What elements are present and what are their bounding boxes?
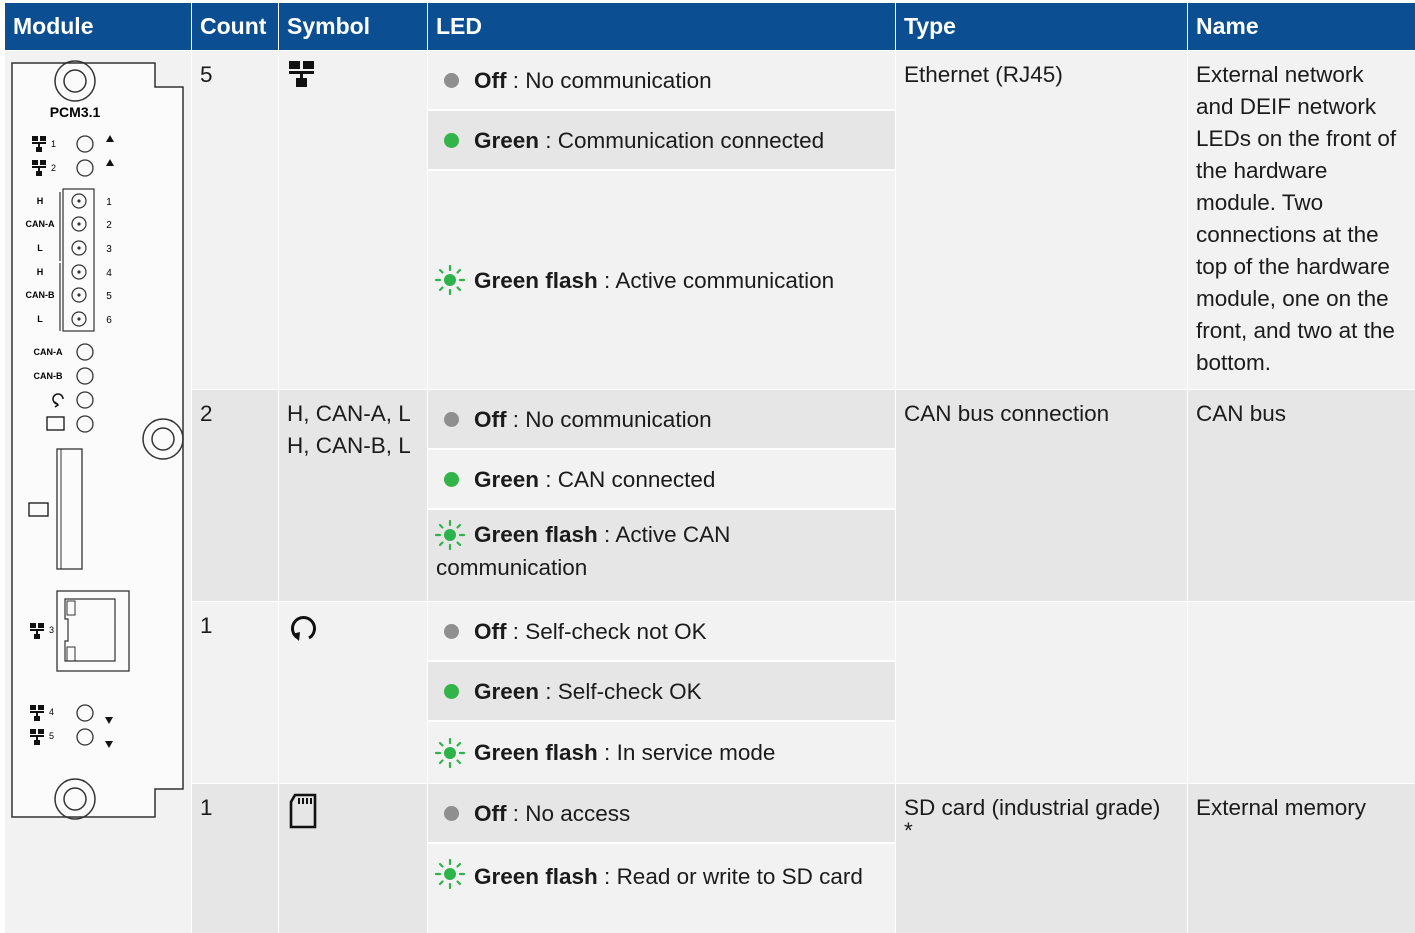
pin-label-4: H: [37, 267, 44, 277]
led-can-b-label: CAN-B: [34, 371, 63, 381]
led-can-a-label: CAN-A: [34, 347, 63, 357]
led-row: Green flash : Active CAN communication: [428, 510, 895, 601]
grey-led-dot: [444, 623, 459, 639]
green-flash-icon: [434, 264, 466, 296]
sd-card-type: SD card (industrial grade): [904, 795, 1161, 820]
green-led-dot: [444, 132, 459, 148]
pin-label-1: H: [37, 196, 44, 206]
pin-number-3: 3: [106, 244, 112, 255]
row2-led-list: Off : No communication Green : CAN conne…: [428, 390, 895, 601]
can-a-pins: H, CAN-A, L: [287, 401, 411, 426]
row3-count: 1: [192, 602, 278, 783]
row2-type: CAN bus connection: [896, 390, 1187, 601]
net-2-label: 2: [51, 163, 56, 173]
led-row: Green flash : Read or write to SD card: [428, 844, 895, 933]
row4-count: 1: [192, 784, 278, 933]
net-1-label: 1: [51, 139, 56, 149]
led-row: Off : No communication: [428, 390, 895, 448]
pcm-module-drawing: PCM3.1 1 2 H CAN-A L H CAN-B L 1 2 3 4 5…: [11, 60, 184, 820]
row1-name: External network and DEIF network LEDs o…: [1188, 51, 1415, 389]
green-flash-icon: [434, 737, 466, 768]
row2-name: CAN bus: [1188, 390, 1415, 601]
grey-led-dot: [444, 72, 459, 88]
pin-label-3: L: [37, 243, 43, 253]
led-row: Green : Self-check OK: [428, 662, 895, 720]
row4-led-list: Off : No access Green flash : Read or wr…: [428, 784, 895, 933]
row4-name: External memory: [1188, 784, 1415, 933]
pin-label-5: CAN-B: [26, 290, 55, 300]
sd-card-footnote-mark: *: [904, 818, 913, 843]
header-led: LED: [428, 3, 895, 50]
led-row: Green flash : Active communication: [428, 171, 895, 389]
ethernet-network-icon: [289, 61, 314, 87]
led-row: Green : CAN connected: [428, 450, 895, 508]
row4-type: SD card (industrial grade) *: [896, 784, 1187, 933]
header-module: Module: [5, 3, 191, 50]
io-table: Module Count Symbol LED Type Name PCM3.1…: [5, 3, 1415, 933]
pin-number-6: 6: [106, 315, 112, 326]
led-row: Green flash : In service mode: [428, 722, 895, 783]
net-4-label: 4: [49, 707, 54, 717]
pin-label-6: L: [37, 314, 43, 324]
net-5-label: 5: [49, 731, 54, 741]
header-count: Count: [192, 3, 278, 50]
sd-card-icon: [289, 793, 317, 829]
self-check-icon: [291, 616, 316, 641]
row1-count: 5: [192, 51, 278, 389]
pin-label-2: CAN-A: [26, 219, 55, 229]
green-led-dot: [444, 471, 459, 487]
green-flash-icon: [434, 858, 466, 890]
row1-led-list: Off : No communication Green : Communica…: [428, 51, 895, 389]
row4-symbol: [279, 784, 427, 933]
grey-led-dot: [444, 805, 459, 821]
row2-count: 2: [192, 390, 278, 601]
row3-name: [1188, 602, 1415, 783]
led-row: Off : No access: [428, 784, 895, 842]
grey-led-dot: [444, 411, 459, 427]
header-name: Name: [1188, 3, 1415, 50]
can-b-pins: H, CAN-B, L: [287, 433, 411, 458]
header-type: Type: [896, 3, 1187, 50]
row3-symbol: [279, 602, 427, 783]
green-led-dot: [444, 683, 459, 699]
led-row: Off : Self-check not OK: [428, 602, 895, 660]
row2-symbol: H, CAN-A, L H, CAN-B, L: [279, 390, 427, 601]
net-3-label: 3: [49, 625, 54, 635]
module-drawing-cell: PCM3.1 1 2 H CAN-A L H CAN-B L 1 2 3 4 5…: [5, 51, 191, 933]
pin-number-4: 4: [106, 268, 112, 279]
led-row: Green : Communication connected: [428, 111, 895, 169]
pin-number-2: 2: [106, 220, 112, 231]
row1-type: Ethernet (RJ45): [896, 51, 1187, 389]
row3-led-list: Off : Self-check not OK Green : Self-che…: [428, 602, 895, 783]
green-flash-icon: [434, 519, 466, 551]
row3-type: [896, 602, 1187, 783]
led-row: Off : No communication: [428, 51, 895, 109]
pin-number-5: 5: [106, 291, 112, 302]
pin-number-1: 1: [106, 197, 112, 208]
header-symbol: Symbol: [279, 3, 427, 50]
row1-symbol: [279, 51, 427, 389]
module-title: PCM3.1: [50, 104, 101, 120]
